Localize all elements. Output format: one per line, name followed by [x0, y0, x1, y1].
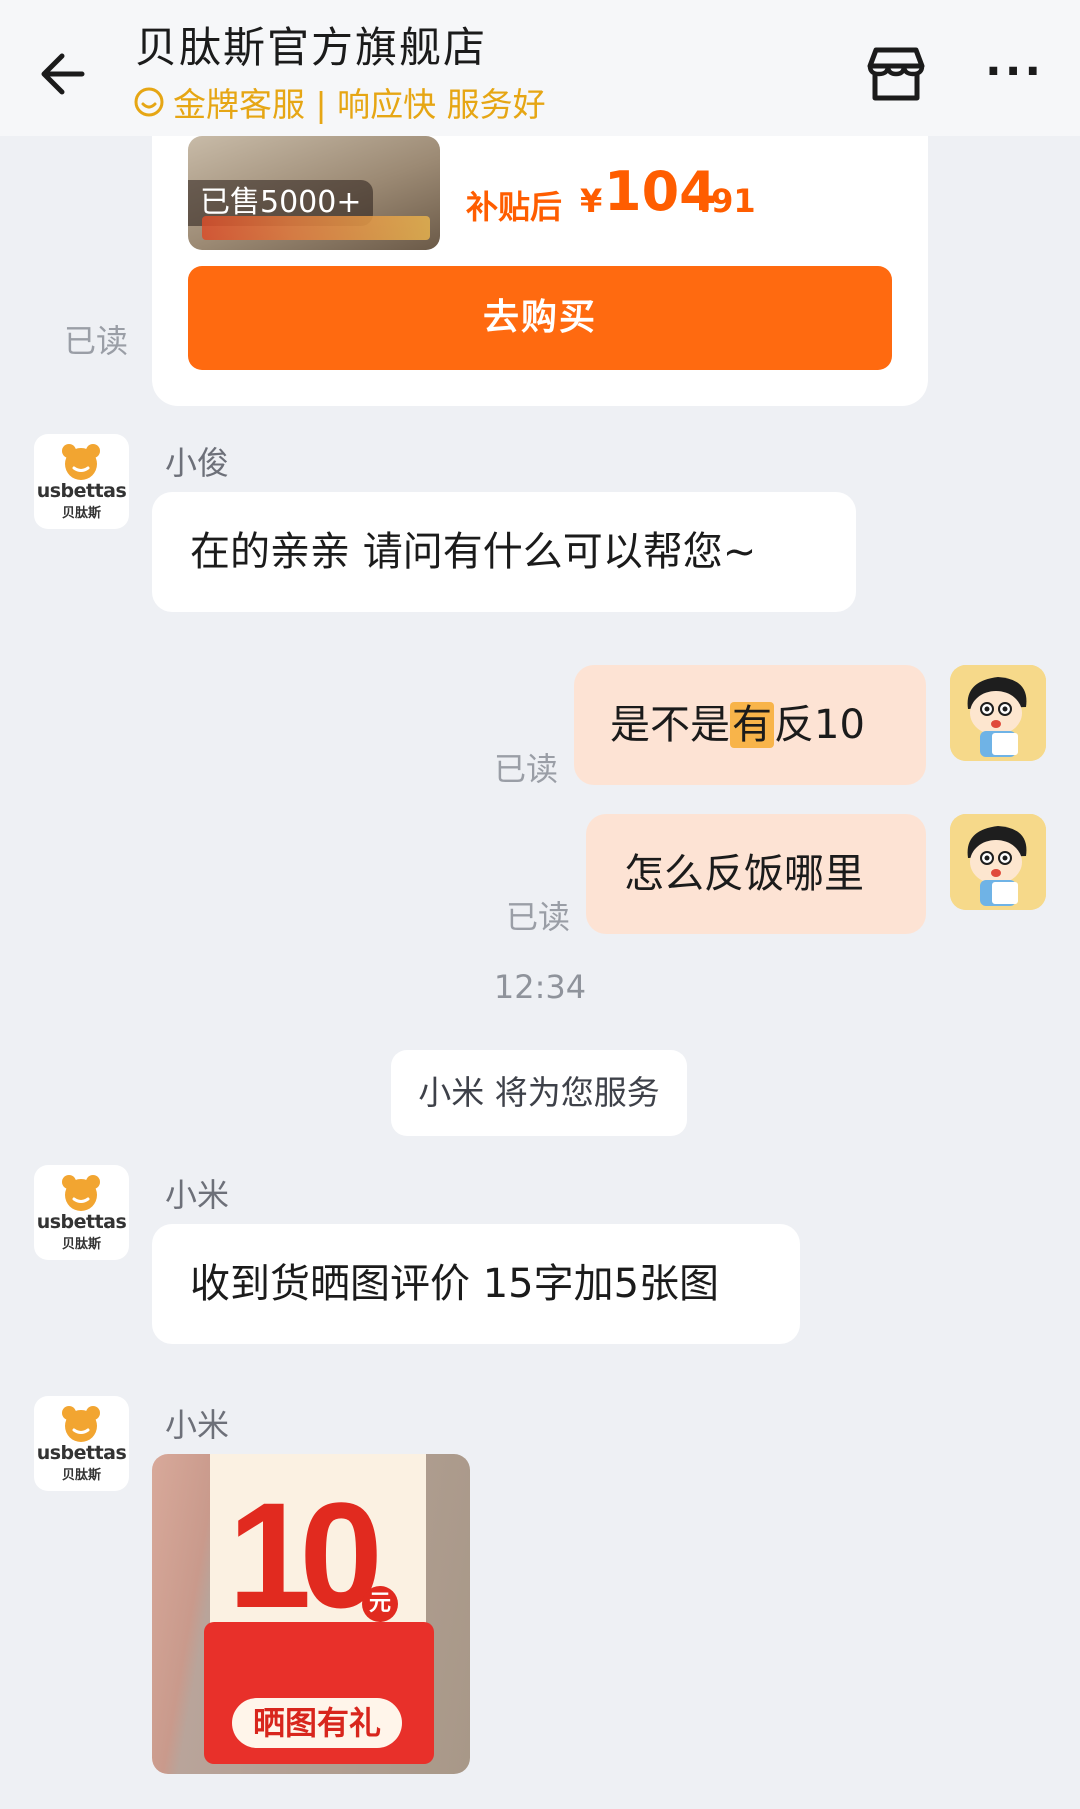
shop-title[interactable]: 贝肽斯官方旗舰店: [135, 14, 487, 75]
service-rating-text: 金牌客服 | 响应快 服务好: [173, 85, 546, 124]
price-decimal: .91: [699, 182, 756, 220]
product-image[interactable]: 已售5000+: [188, 136, 440, 250]
price-label: 补贴后: [466, 188, 563, 226]
sender-name: 小米: [165, 1406, 230, 1444]
brand-name-cn: 贝肽斯: [61, 1468, 101, 1483]
service-rating: 金牌客服 | 响应快 服务好: [133, 80, 546, 124]
buy-button[interactable]: 去购买: [188, 266, 892, 370]
product-card[interactable]: 已售5000+ 补贴后 ¥ 104 .91 去购买: [152, 110, 928, 406]
message-text: 反10: [774, 702, 865, 748]
cartoon-boy-icon: [950, 814, 1046, 910]
bear-logo-icon: [62, 444, 100, 480]
message-bubble-incoming[interactable]: 收到货晒图评价 15字加5张图: [152, 1224, 800, 1344]
read-receipt: 已读: [506, 898, 571, 936]
message-timestamp: 12:34: [493, 968, 587, 1006]
chat-header: 贝肽斯官方旗舰店 金牌客服 | 响应快 服务好 ···: [0, 0, 1080, 136]
smile-icon: [134, 87, 164, 117]
read-receipt: 已读: [494, 750, 559, 788]
more-menu-icon[interactable]: ···: [985, 50, 1045, 94]
brand-name: usbettas: [36, 1211, 127, 1233]
brand-name: usbettas: [36, 1442, 127, 1464]
shop-avatar[interactable]: usbettas 贝肽斯: [34, 1165, 129, 1260]
user-avatar[interactable]: [950, 665, 1046, 761]
brand-name-cn: 贝肽斯: [61, 1237, 101, 1252]
brand-name: usbettas: [36, 480, 127, 502]
sender-name: 小米: [165, 1176, 230, 1214]
read-receipt: 已读: [64, 322, 129, 360]
shop-avatar[interactable]: usbettas 贝肽斯: [34, 434, 129, 529]
cartoon-boy-icon: [950, 665, 1046, 761]
brand-name-cn: 贝肽斯: [61, 506, 101, 521]
sender-name: 小俊: [165, 444, 230, 482]
coupon-tag: 晒图有礼: [232, 1698, 402, 1748]
promo-strip: [202, 216, 430, 240]
price-currency: ¥: [580, 182, 603, 220]
system-notice: 小米 将为您服务: [391, 1050, 687, 1136]
user-avatar[interactable]: [950, 814, 1046, 910]
message-bubble-outgoing[interactable]: 是不是有反10: [574, 665, 926, 785]
message-bubble-incoming[interactable]: 在的亲亲 请问有什么可以帮您~: [152, 492, 856, 612]
coupon-value: 10: [228, 1471, 383, 1639]
back-arrow-icon[interactable]: [38, 44, 100, 106]
image-message[interactable]: 10 元 晒图有礼: [152, 1454, 470, 1774]
shop-avatar[interactable]: usbettas 贝肽斯: [34, 1396, 129, 1491]
message-highlight: 有: [730, 702, 774, 748]
message-text: 是不是: [610, 702, 730, 748]
bear-logo-icon: [62, 1406, 100, 1442]
message-bubble-outgoing[interactable]: 怎么反饭哪里: [586, 814, 926, 934]
bear-logo-icon: [62, 1175, 100, 1211]
coupon-unit: 元: [362, 1586, 398, 1622]
store-icon[interactable]: [866, 44, 926, 104]
